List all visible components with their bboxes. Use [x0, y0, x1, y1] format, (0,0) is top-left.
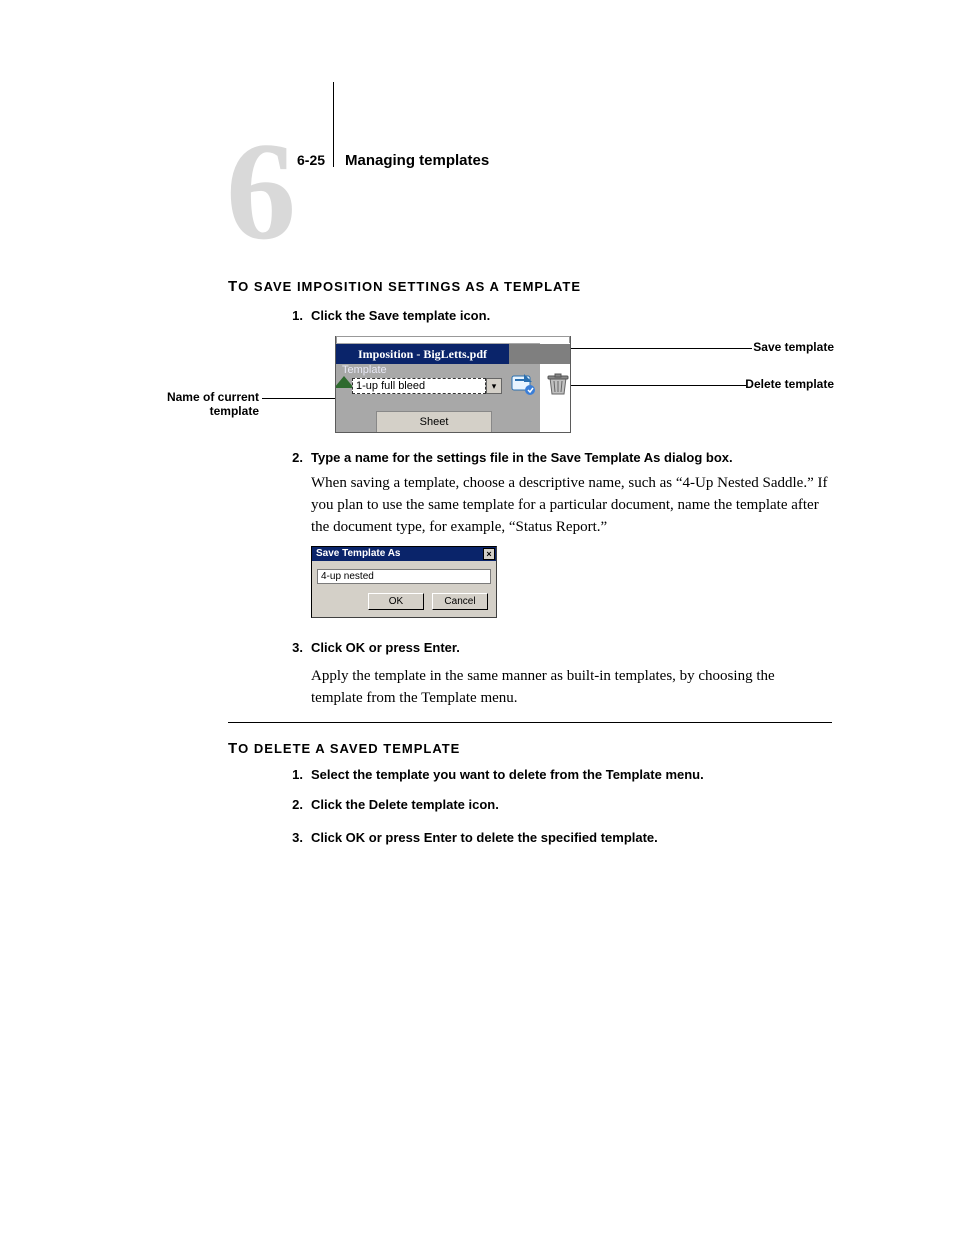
page-header: 6 6-25 Managing templates — [0, 82, 954, 222]
heading2-rest: O DELETE A SAVED TEMPLATE — [238, 741, 460, 756]
callout-line-right-bottom — [558, 385, 746, 386]
step-2-description: When saving a template, choose a descrip… — [311, 473, 830, 538]
delete-step-1-number: 1. — [279, 767, 303, 782]
callout-template-name: Name of current template — [124, 390, 259, 418]
screenshot-save-template-dialog: Save Template As × 4-up nested OK Cancel — [311, 546, 497, 618]
dialog-title: Save Template As — [312, 547, 496, 561]
heading-rest: O SAVE IMPOSITION SETTINGS AS A TEMPLATE — [238, 279, 581, 294]
window-title: Imposition - BigLetts.pdf — [336, 344, 509, 364]
heading2-initial: T — [228, 740, 238, 757]
callout-save-template: Save template — [753, 340, 834, 354]
step-3-number: 3. — [279, 640, 303, 655]
callout-delete-template: Delete template — [745, 377, 834, 391]
template-section-label: Template — [342, 364, 387, 376]
ok-button[interactable]: OK — [368, 593, 424, 610]
delete-step-3-number: 3. — [279, 830, 303, 845]
section-heading-save: TO SAVE IMPOSITION SETTINGS AS A TEMPLAT… — [228, 278, 581, 295]
sheet-tab[interactable]: Sheet — [376, 411, 492, 432]
step-1-text: Click the Save template icon. — [311, 308, 490, 323]
step-2-number: 2. — [279, 450, 303, 465]
heading-initial: T — [228, 278, 238, 295]
delete-template-icon[interactable] — [544, 372, 571, 396]
step-2-text: Type a name for the settings file in the… — [311, 450, 733, 465]
step-1: 1. Click the Save template icon. — [279, 308, 490, 323]
template-dropdown[interactable]: 1-up full bleed — [352, 378, 486, 394]
delete-step-1: 1. Select the template you want to delete… — [279, 767, 704, 782]
callout-line-left — [262, 398, 335, 399]
window-title-inactive — [509, 344, 570, 364]
header-divider — [333, 82, 334, 167]
chapter-number-bg: 6 — [226, 122, 296, 262]
page-number: 6-25 — [297, 152, 325, 168]
delete-step-3-text: Click OK or press Enter to delete the sp… — [311, 830, 658, 845]
step-3-description: Apply the template in the same manner as… — [311, 666, 830, 710]
delete-step-3: 3. Click OK or press Enter to delete the … — [279, 830, 658, 845]
delete-step-1-text: Select the template you want to delete f… — [311, 767, 704, 782]
save-template-icon[interactable] — [510, 372, 538, 396]
step-3-text: Click OK or press Enter. — [311, 640, 460, 655]
delete-step-2-text: Click the Delete template icon. — [311, 797, 499, 812]
page-title: Managing templates — [345, 152, 489, 169]
close-icon[interactable]: × — [483, 548, 495, 560]
cancel-button[interactable]: Cancel — [432, 593, 488, 610]
step-2: 2. Type a name for the settings file in t… — [279, 450, 733, 465]
delete-step-2-number: 2. — [279, 797, 303, 812]
step-3: 3. Click OK or press Enter. — [279, 640, 460, 655]
screenshot-imposition-toolbar: Imposition - BigLetts.pdf Template 1-up … — [335, 336, 571, 433]
template-name-input[interactable]: 4-up nested — [317, 569, 491, 584]
delete-step-2: 2. Click the Delete template icon. — [279, 797, 499, 812]
section-divider — [228, 722, 832, 723]
step-1-number: 1. — [279, 308, 303, 323]
section-heading-delete: TO DELETE A SAVED TEMPLATE — [228, 740, 460, 757]
dropdown-arrow-icon[interactable]: ▾ — [486, 378, 502, 394]
toolbar-top-border — [336, 336, 570, 343]
